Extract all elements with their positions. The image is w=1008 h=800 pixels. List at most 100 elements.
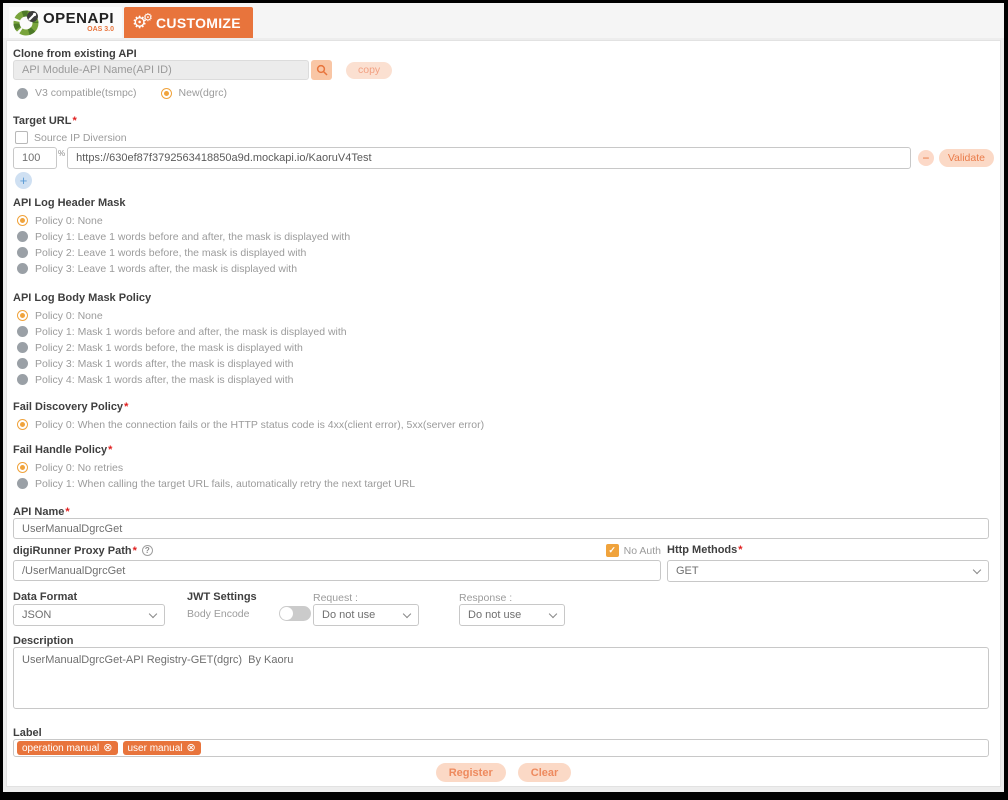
radio-option[interactable]: Policy 1: Leave 1 words before and after… [17, 230, 351, 243]
radio-option[interactable]: Policy 0: No retries [17, 462, 415, 474]
tab-bar: OPENAPI OAS 3.0 ⚙ ⚙ CUSTOMIZE [3, 3, 1004, 38]
clone-section-label: Clone from existing API [13, 48, 137, 60]
tab-openapi[interactable]: OPENAPI OAS 3.0 [9, 7, 123, 38]
radio-unselected-icon[interactable] [17, 87, 28, 99]
radio-option[interactable]: Policy 4: Mask 1 words after, the mask i… [17, 373, 347, 386]
radio-unselected-icon[interactable] [17, 326, 28, 337]
jwt-request-select[interactable]: Do not use [313, 604, 419, 626]
radio-selected-icon[interactable] [17, 215, 28, 226]
app-window: OPENAPI OAS 3.0 ⚙ ⚙ CUSTOMIZE Clone from… [3, 3, 1004, 792]
radio-option[interactable]: New(dgrc) [160, 87, 227, 99]
tab-customize[interactable]: ⚙ ⚙ CUSTOMIZE [124, 7, 253, 38]
help-icon[interactable]: ? [141, 545, 153, 556]
radio-option[interactable]: Policy 2: Leave 1 words before, the mask… [17, 247, 350, 259]
radio-selected-icon[interactable] [17, 419, 28, 430]
radio-option[interactable]: Policy 0: When the connection fails or t… [17, 419, 484, 431]
radio-option-label: Policy 0: None [35, 214, 103, 227]
fail-discovery-label: Fail Discovery Policy* [13, 401, 129, 413]
body-encode-row: Body Encode [187, 606, 312, 621]
chevron-down-icon [402, 609, 412, 618]
logo-title: OPENAPI [43, 10, 115, 27]
radio-option[interactable]: Policy 2: Mask 1 words before, the mask … [17, 341, 347, 354]
header-mask-group: API Log Header Mask Policy 0: None Policy… [13, 197, 351, 275]
openapi-logo-icon [13, 10, 39, 35]
minus-icon: − [922, 151, 930, 165]
tag-remove-icon[interactable]: ⊗ [103, 743, 112, 754]
remove-url-button[interactable]: − [917, 150, 934, 166]
radio-selected-icon[interactable] [17, 462, 28, 473]
register-button[interactable]: Register [435, 763, 506, 782]
radio-option-label: Policy 3: Leave 1 words after, the mask … [35, 262, 298, 275]
clear-button[interactable]: Clear [517, 763, 572, 782]
radio-unselected-icon[interactable] [17, 358, 28, 369]
radio-selected-icon[interactable] [160, 87, 172, 99]
customize-tab-label: CUSTOMIZE [156, 14, 241, 31]
radio-option-label: Policy 4: Mask 1 words after, the mask i… [35, 373, 294, 386]
jwt-request-label: Request : [313, 592, 358, 604]
jwt-settings-label: JWT Settings [187, 591, 257, 603]
label-tag: operation manual ⊗ [17, 741, 118, 755]
fail-discovery-group: Fail Discovery Policy* Policy 0: When th… [13, 401, 484, 431]
api-name-input[interactable] [13, 518, 989, 539]
target-url-input[interactable] [67, 147, 911, 169]
copy-button[interactable]: copy [346, 61, 393, 79]
form-panel: Clone from existing API copy V3 compatib… [6, 40, 1001, 787]
tag-remove-icon[interactable]: ⊗ [187, 743, 196, 754]
chevron-down-icon [972, 565, 982, 574]
validate-button[interactable]: Validate [938, 149, 994, 167]
add-url-button[interactable]: + [15, 172, 32, 189]
proxy-path-header: digiRunner Proxy Path* ? ✓ No Auth [13, 544, 661, 557]
radio-option[interactable]: Policy 1: When calling the target URL fa… [17, 477, 416, 490]
no-auth-checkbox[interactable]: ✓ No Auth [605, 544, 661, 557]
percent-sign: % [58, 149, 66, 158]
radio-option-label: Policy 1: Mask 1 words before and after,… [35, 325, 347, 338]
data-format-label: Data Format [13, 591, 78, 603]
radio-unselected-icon[interactable] [17, 374, 28, 385]
checkbox-icon[interactable] [15, 131, 28, 144]
api-name-label: API Name* [13, 506, 70, 518]
source-ip-label: Source IP Diversion [34, 131, 127, 144]
radio-option-label: Policy 2: Mask 1 words before, the mask … [35, 341, 303, 354]
clone-api-input[interactable] [13, 60, 309, 80]
jwt-response-select[interactable]: Do not use [459, 604, 565, 626]
body-encode-label: Body Encode [187, 607, 250, 620]
source-ip-diversion-checkbox[interactable]: Source IP Diversion [15, 131, 127, 144]
description-textarea[interactable]: UserManualDgrcGet-API Registry-GET(dgrc)… [13, 647, 989, 709]
label-tag: user manual ⊗ [122, 741, 201, 755]
weight-percent-input[interactable] [13, 147, 57, 169]
clone-row: copy [13, 60, 393, 80]
radio-option[interactable]: Policy 0: None [17, 310, 347, 322]
data-format-select[interactable]: JSON [13, 604, 165, 626]
radio-option[interactable]: Policy 3: Leave 1 words after, the mask … [17, 262, 350, 275]
toggle-knob [280, 607, 294, 620]
tag-text: user manual [127, 742, 183, 754]
form-actions: Register Clear [7, 763, 1000, 782]
radio-option-label: V3 compatible(tsmpc) [35, 87, 137, 99]
radio-unselected-icon[interactable] [17, 342, 28, 353]
radio-option[interactable]: V3 compatible(tsmpc) [17, 87, 137, 99]
search-button[interactable] [311, 60, 332, 80]
http-methods-label: Http Methods* [667, 544, 743, 556]
radio-unselected-icon[interactable] [17, 263, 28, 274]
radio-option-label: Policy 1: Leave 1 words before and after… [35, 230, 351, 243]
body-mask-label: API Log Body Mask Policy [13, 292, 152, 304]
body-encode-toggle[interactable] [279, 606, 312, 621]
radio-option-label: New(dgrc) [178, 87, 227, 99]
plus-icon: + [19, 173, 28, 188]
radio-option[interactable]: Policy 1: Mask 1 words before and after,… [17, 325, 347, 338]
radio-option[interactable]: Policy 0: None [17, 214, 350, 227]
radio-selected-icon[interactable] [17, 310, 28, 321]
header-mask-label: API Log Header Mask [13, 197, 126, 209]
search-icon [316, 64, 328, 76]
label-tags-input[interactable]: operation manual ⊗ user manual ⊗ [13, 739, 989, 757]
proxy-path-label: digiRunner Proxy Path* [13, 544, 137, 557]
radio-unselected-icon[interactable] [17, 478, 28, 489]
radio-unselected-icon[interactable] [17, 247, 28, 258]
radio-option[interactable]: Policy 3: Mask 1 words after, the mask i… [17, 358, 347, 370]
http-methods-select[interactable]: GET [667, 560, 989, 582]
radio-option-label: Policy 1: When calling the target URL fa… [35, 477, 416, 490]
fail-handle-label: Fail Handle Policy* [13, 444, 113, 456]
radio-unselected-icon[interactable] [17, 231, 28, 242]
proxy-path-input[interactable] [13, 560, 661, 581]
checked-checkbox-icon[interactable]: ✓ [605, 544, 619, 557]
